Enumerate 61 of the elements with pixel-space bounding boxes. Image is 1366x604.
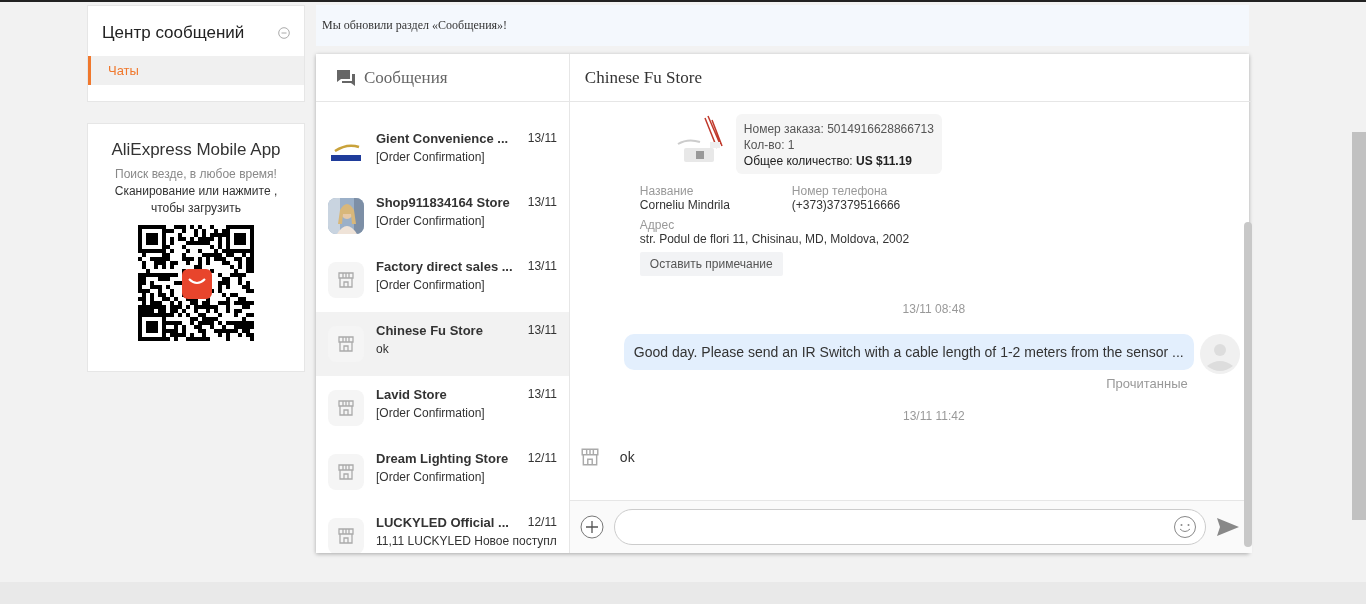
store-name: Factory direct sales ... <box>376 258 513 274</box>
field-label: Название <box>639 184 695 198</box>
field-value: Corneliu Mindrila <box>639 198 731 212</box>
conversation-date: 13/11 <box>527 386 557 402</box>
message-bubble: Good day. Please send an IR Switch with a cable length of 1-2 meters from the sensor ... <box>623 334 1194 370</box>
store-name: Shop911834164 Store <box>376 194 510 210</box>
page-scrollbar[interactable] <box>1352 132 1366 520</box>
chat-icon <box>336 68 356 87</box>
message-time: 13/11 11:42 <box>903 409 965 423</box>
field-value: (+373)37379516666 <box>791 198 902 212</box>
list-title: Сообщения <box>364 67 448 88</box>
message-time: 13/11 08:48 <box>902 302 966 316</box>
emoji-icon[interactable] <box>1172 515 1197 539</box>
field-label: Номер телефона <box>791 184 889 198</box>
avatar-icon <box>1199 334 1240 374</box>
store-name: Dream Lighting Store <box>376 450 509 466</box>
conversation-date: 13/11 <box>527 194 557 210</box>
store-icon <box>337 527 355 545</box>
store-icon <box>337 335 355 353</box>
store-icon <box>337 271 355 289</box>
collapse-icon[interactable] <box>278 27 290 39</box>
read-status: Прочитанные <box>1106 376 1188 391</box>
store-name: Lavid Store <box>376 386 447 402</box>
store-logo-icon <box>329 141 363 163</box>
order-total: Общее количество: US $11.19 <box>743 154 914 168</box>
field-label: Адрес <box>639 218 676 232</box>
message-preview: [Order Confirmation] <box>376 149 486 164</box>
message-preview: [Order Confirmation] <box>376 277 486 292</box>
promo-title: AliExpress Mobile App <box>111 140 281 160</box>
sidebar-title: Центр сообщений <box>102 23 245 43</box>
store-name: LUCKYLED Official ... <box>376 514 509 530</box>
store-icon <box>337 399 355 417</box>
conversation-item[interactable]: Chinese Fu Store 13/11 ok <box>316 312 569 376</box>
message-preview: ok <box>376 341 390 356</box>
promo-subtitle: Поиск везде, в любое время! <box>115 166 277 183</box>
add-note-button[interactable]: Оставить примечание <box>639 252 783 276</box>
store-icon <box>579 447 600 467</box>
field-value: str. Podul de flori 11, Chisinau, MD, Moldova, 2002 <box>639 232 911 246</box>
order-quantity: Кол-во: 1 <box>743 138 796 152</box>
conversation-date: 13/11 <box>527 258 557 274</box>
conversation-item[interactable]: LUCKYLED Official ... 12/11 11,11 LUCKYLED Новое поступл <box>316 504 569 553</box>
store-icon <box>337 463 355 481</box>
conversation-date: 13/11 <box>527 130 557 146</box>
update-banner: Мы обновили раздел «Сообщения»! <box>316 5 1249 46</box>
message-text: ok <box>619 449 635 465</box>
store-name: Chinese Fu Store <box>376 322 483 338</box>
message-preview: [Order Confirmation] <box>376 213 486 228</box>
order-number: Номер заказа: 5014916628866713 <box>743 122 934 136</box>
store-name: Gient Convenience ... <box>376 130 509 146</box>
scrollbar[interactable] <box>1243 222 1252 547</box>
message-preview: [Order Confirmation] <box>376 405 486 420</box>
promo-text: Сканирование или нажмите , чтобы загрузить <box>113 183 279 217</box>
message-preview: 11,11 LUCKYLED Новое поступл <box>376 533 557 548</box>
add-icon[interactable] <box>579 515 604 539</box>
chat-title: Chinese Fu Store <box>584 67 702 88</box>
conversation-date: 13/11 <box>527 322 557 338</box>
conversation-date: 12/11 <box>527 514 557 530</box>
message-input[interactable] <box>613 509 1206 545</box>
message-preview: [Order Confirmation] <box>376 469 486 484</box>
conversation-date: 12/11 <box>527 450 557 466</box>
send-icon[interactable] <box>1215 517 1240 537</box>
